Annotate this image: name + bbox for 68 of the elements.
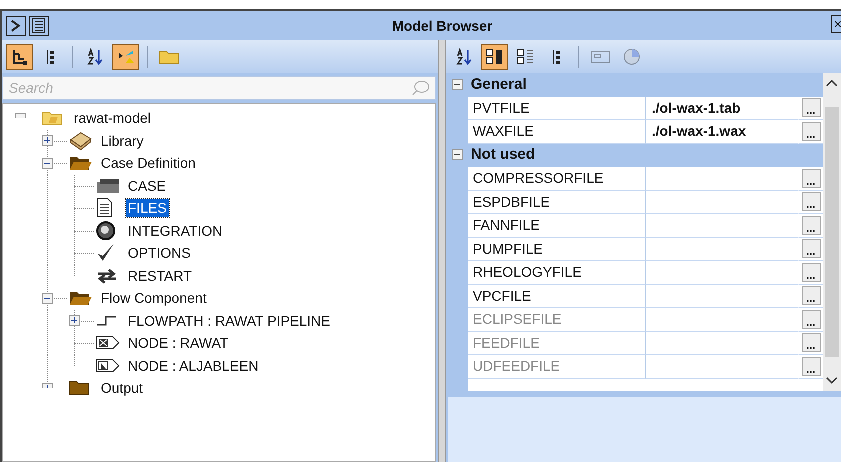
- tree-tool-button[interactable]: [6, 44, 33, 70]
- browse-button[interactable]: ...: [802, 239, 820, 258]
- tree-item[interactable]: OPTIONS: [126, 244, 194, 262]
- list-icon: [552, 50, 560, 64]
- scroll-thumb[interactable]: [825, 107, 839, 357]
- browse-button[interactable]: ...: [802, 98, 820, 118]
- folder-icon: [69, 289, 93, 308]
- scroll-down-icon[interactable]: [826, 377, 838, 385]
- sort-icon: [454, 48, 472, 66]
- document-icon: [96, 198, 114, 218]
- folder-icon: [96, 176, 120, 195]
- tree-item[interactable]: rawat-model: [72, 109, 154, 128]
- tree-item[interactable]: FLOWPATH : RAWAT PIPELINE: [126, 312, 333, 330]
- browse-button[interactable]: ...: [802, 286, 820, 306]
- property-row[interactable]: WAXFILE ./ol-wax-1.wax ...: [468, 120, 823, 144]
- book-icon: [69, 130, 93, 151]
- property-row[interactable]: COMPRESSORFILE ...: [468, 167, 823, 190]
- restart-icon: [96, 266, 118, 285]
- tree-item[interactable]: CASE: [126, 176, 168, 195]
- property-row[interactable]: VPCFILE ...: [468, 284, 823, 308]
- categorized-icon: [486, 48, 504, 66]
- node-icon: [96, 358, 120, 374]
- browse-button[interactable]: ...: [802, 216, 820, 235]
- expander-icon[interactable]: [42, 292, 53, 304]
- list-icon: [46, 50, 54, 64]
- browse-button[interactable]: ...: [802, 122, 820, 141]
- property-row[interactable]: ESPDBFILE ...: [468, 190, 823, 214]
- browse-button[interactable]: ...: [802, 262, 820, 282]
- tree-item[interactable]: Output: [99, 379, 146, 398]
- chevron-icon[interactable]: [6, 16, 26, 36]
- tree-item[interactable]: INTEGRATION: [126, 222, 225, 240]
- scrollbar[interactable]: [823, 73, 841, 391]
- tree-item[interactable]: Case Definition: [99, 154, 198, 172]
- node-icon: [96, 335, 120, 352]
- browse-button[interactable]: ...: [802, 192, 820, 212]
- pie-icon: [622, 48, 640, 66]
- close-button[interactable]: ×: [831, 15, 841, 33]
- category-label: Not used: [471, 146, 536, 164]
- category-label: General: [471, 76, 527, 93]
- globe-icon: [96, 220, 116, 241]
- list-icon[interactable]: [29, 16, 49, 36]
- tree-icon: [10, 48, 28, 66]
- scroll-up-icon[interactable]: [826, 79, 838, 87]
- collapse-icon[interactable]: [452, 78, 463, 90]
- tree-item[interactable]: NODE : ALJABLEEN: [126, 356, 261, 375]
- property-row[interactable]: FANNFILE ...: [468, 214, 823, 238]
- tree-item[interactable]: Library: [99, 132, 146, 150]
- checkmark-icon: [96, 243, 116, 264]
- tree-item[interactable]: NODE : RAWAT: [126, 334, 231, 352]
- tree-item[interactable]: FILES: [126, 199, 169, 218]
- search-icon: [410, 80, 430, 96]
- property-row[interactable]: PVTFILE ./ol-wax-1.tab ...: [468, 96, 823, 120]
- property-row[interactable]: PUMPFILE ...: [468, 238, 823, 261]
- expander-icon[interactable]: [69, 315, 80, 326]
- search-field[interactable]: Search: [2, 76, 436, 100]
- property-row[interactable]: RHEOLOGYFILE ...: [468, 261, 823, 284]
- window-title: Model Browser: [392, 18, 494, 34]
- expander-icon[interactable]: [42, 135, 53, 146]
- folder-icon: [69, 379, 91, 398]
- browse-button[interactable]: ...: [802, 168, 820, 188]
- property-list-icon: [516, 48, 534, 66]
- tree-item[interactable]: RESTART: [126, 266, 194, 285]
- folder-icon: [69, 154, 93, 172]
- collapse-icon[interactable]: [452, 149, 463, 160]
- expander-icon[interactable]: [42, 158, 53, 169]
- tree-item[interactable]: Flow Component: [99, 289, 209, 308]
- sort-icon: [86, 48, 104, 66]
- categorized-tool-button[interactable]: [481, 44, 508, 70]
